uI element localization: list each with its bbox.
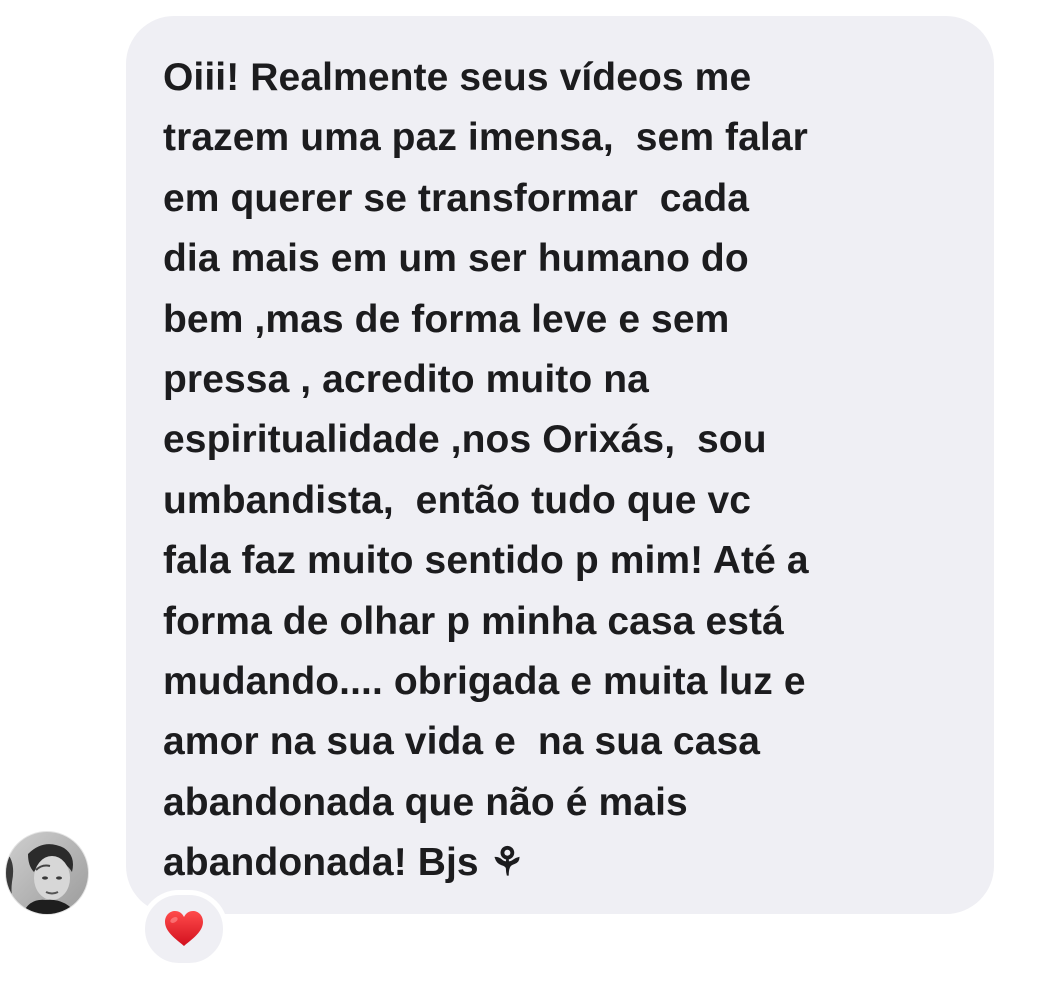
message-text: Oiii! Realmente seus vídeos me trazem um… xyxy=(163,48,973,894)
message-line: mudando.... obrigada e muita luz e xyxy=(163,660,806,704)
message-line: abandonada! Bjs ⚘ xyxy=(163,841,525,885)
message-line: trazem uma paz imensa, sem falar xyxy=(163,116,808,160)
sender-avatar[interactable] xyxy=(5,831,89,915)
message-line: fala faz muito sentido p mim! Até a xyxy=(163,539,809,583)
message-line: espiritualidade ,nos Orixás, sou xyxy=(163,418,767,462)
message-line: em querer se transformar cada xyxy=(163,176,750,220)
message-line: forma de olhar p minha casa está xyxy=(163,599,784,643)
message-line: amor na sua vida e na sua casa xyxy=(163,720,761,764)
message-line: pressa , acredito muito na xyxy=(163,358,649,402)
message-line: Oiii! Realmente seus vídeos me xyxy=(163,56,752,99)
message-line: abandonada que não é mais xyxy=(163,780,688,824)
avatar-photo-icon xyxy=(6,832,88,914)
red-heart-icon xyxy=(165,911,203,946)
message-line: umbandista, então tudo que vc xyxy=(163,478,752,522)
heart-reaction[interactable] xyxy=(140,890,228,968)
message-thread: Oiii! Realmente seus vídeos me trazem um… xyxy=(0,0,1059,987)
message-line: bem ,mas de forma leve e sem xyxy=(163,297,730,341)
message-line: dia mais em um ser humano do xyxy=(163,237,749,281)
